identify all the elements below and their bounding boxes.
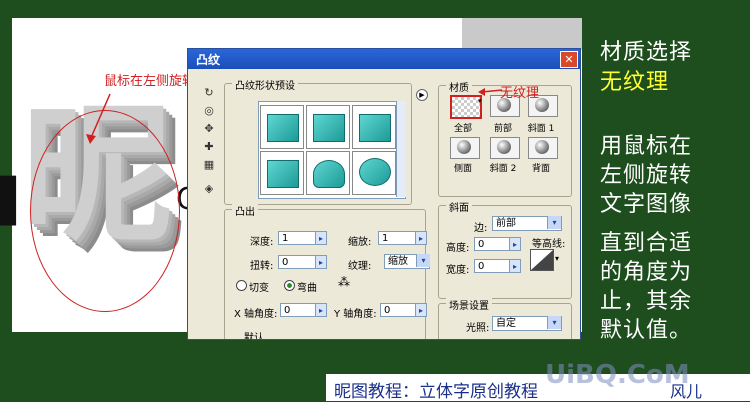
material-side-label: 侧面 — [453, 164, 472, 174]
height-label: 高度: — [446, 243, 470, 254]
contour-label: 等高线: — [532, 239, 566, 250]
watermark-logo: UiBQ.CoM — [545, 360, 690, 390]
caption-body-7: 默认值。 — [600, 318, 693, 343]
move-tool-icon[interactable]: ✥ — [200, 121, 218, 137]
material-back-swatch[interactable] — [528, 137, 558, 159]
no-texture-annotation: 无纹理 — [500, 86, 540, 101]
canvas-gray-strip — [462, 18, 582, 50]
lighting-select-value: 自定 — [496, 318, 516, 329]
annotation-arrow-icon — [86, 93, 111, 144]
texture-label: 纹理: — [348, 261, 372, 272]
material-all-label: 全部 — [453, 124, 472, 134]
twist-spin-button[interactable]: ▸ — [315, 255, 327, 269]
camera-tool-icon[interactable]: ▦ — [200, 157, 218, 173]
orbit-tool-icon[interactable]: ◎ — [200, 103, 218, 119]
material-back-label: 背面 — [531, 164, 550, 174]
preset-scrollbar[interactable] — [396, 101, 406, 197]
bevel-group-label: 斜面 — [446, 199, 472, 214]
extrude-group-label: 凸出 — [232, 203, 258, 218]
edge-dropdown-icon[interactable]: ▾ — [547, 216, 561, 229]
radio-cut-label: 切变 — [249, 283, 269, 294]
radio-bend-label: 弯曲 — [297, 283, 317, 294]
grid-options-icon[interactable]: ⁂ — [338, 275, 352, 289]
cut-off-label: 默认 — [244, 333, 264, 340]
y-angle-label: Y 轴角度: — [334, 309, 377, 320]
x-angle-input[interactable]: 0 — [280, 303, 316, 317]
extrude-group — [224, 209, 426, 339]
height-spin-button[interactable]: ▸ — [509, 237, 521, 251]
y-angle-spin-button[interactable]: ▸ — [415, 303, 427, 317]
width-input[interactable]: 0 — [474, 259, 510, 273]
caption-body-6: 止，其余 — [600, 289, 693, 314]
preset-thumb[interactable] — [306, 105, 350, 149]
depth-label: 深度: — [250, 237, 274, 248]
twist-input[interactable]: 0 — [278, 255, 316, 269]
footer-title: 昵图教程：立体字原创教程 — [334, 382, 538, 402]
zoom-tool-icon[interactable]: ✚ — [200, 139, 218, 155]
lighting-dropdown-icon[interactable]: ▾ — [547, 316, 561, 329]
edge-select-value: 前部 — [496, 218, 516, 229]
caption-body-5: 的角度为 — [600, 260, 693, 285]
width-label: 宽度: — [446, 265, 470, 276]
width-spin-button[interactable]: ▸ — [509, 259, 521, 273]
preset-thumb[interactable] — [352, 151, 396, 195]
no-texture-arrow-icon — [478, 88, 503, 96]
radio-bend[interactable] — [284, 280, 295, 291]
depth-spin-button[interactable]: ▸ — [315, 231, 327, 245]
lighting-label: 光照: — [466, 323, 490, 334]
preset-thumb[interactable] — [260, 105, 304, 149]
texture-select-value: 缩放 — [388, 256, 408, 267]
contour-dropdown-icon[interactable]: ▾ — [555, 254, 559, 263]
radio-cut[interactable] — [236, 280, 247, 291]
depth-input[interactable]: 1 — [278, 231, 316, 245]
caption-line-1: 材质选择 — [600, 40, 693, 65]
caption-body-2: 左侧旋转 — [600, 163, 693, 188]
cube-view-icon[interactable]: ◈ — [200, 181, 218, 197]
scene-group-label: 场景设置 — [446, 297, 492, 312]
height-input[interactable]: 0 — [474, 237, 510, 251]
dialog-titlebar[interactable] — [188, 49, 580, 69]
caption-highlight: 无纹理 — [600, 70, 670, 95]
x-angle-label: X 轴角度: — [234, 309, 278, 320]
dialog-title: 凸纹 — [196, 53, 221, 67]
caption-body-1: 用鼠标在 — [600, 134, 693, 159]
scale-spin-button[interactable]: ▸ — [415, 231, 427, 245]
material-group-label: 材质 — [446, 79, 472, 94]
material-all-dropdown-icon[interactable]: ▾ — [478, 97, 484, 115]
close-button[interactable]: ✕ — [560, 51, 578, 68]
scale-input[interactable]: 1 — [378, 231, 416, 245]
preset-thumb[interactable] — [352, 105, 396, 149]
rotate-tool-icon[interactable]: ↻ — [200, 85, 218, 101]
material-bevel1-label: 斜面 1 — [527, 124, 555, 134]
preset-thumb[interactable] — [306, 151, 350, 195]
material-bevel2-swatch[interactable] — [490, 137, 520, 159]
caption-body-4: 直到合适 — [600, 231, 693, 256]
contour-preview-icon[interactable] — [530, 249, 554, 271]
preset-group-label: 凸纹形状预设 — [232, 77, 298, 92]
preset-menu-icon[interactable]: ▶ — [416, 89, 428, 101]
caption-body-3: 文字图像 — [600, 192, 693, 217]
twist-label: 扭转: — [250, 261, 274, 272]
x-angle-spin-button[interactable]: ▸ — [315, 303, 327, 317]
material-bevel2-label: 斜面 2 — [489, 164, 517, 174]
material-side-swatch[interactable] — [450, 137, 480, 159]
edge-label: 边: — [474, 223, 488, 234]
material-front-label: 前部 — [493, 124, 512, 134]
preset-thumb[interactable] — [260, 151, 304, 195]
y-angle-input[interactable]: 0 — [380, 303, 416, 317]
stray-glyph-left: ▌ — [0, 176, 32, 230]
texture-dropdown-icon[interactable]: ▾ — [416, 254, 430, 267]
scale-label: 缩放: — [348, 237, 372, 248]
